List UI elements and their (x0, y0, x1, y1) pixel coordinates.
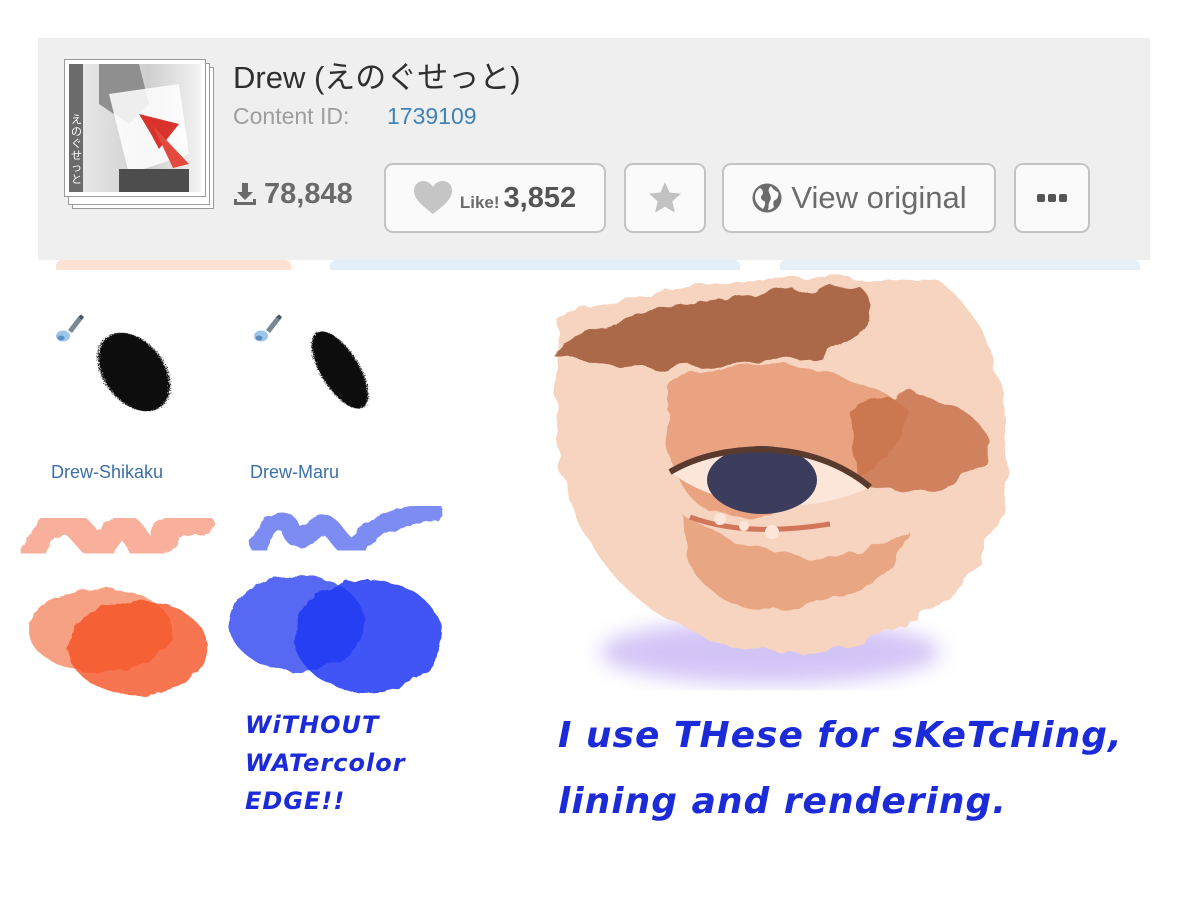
like-button[interactable]: Like! 3,852 (384, 163, 606, 233)
like-count: 3,852 (503, 181, 577, 214)
thumbnail-text: えのぐせっと (71, 114, 82, 186)
view-original-button[interactable]: View original (722, 163, 996, 233)
thumbnail-artwork: えのぐせっと (69, 64, 201, 192)
orange-blob-swatch (28, 588, 208, 695)
download-count: 78,848 (232, 177, 353, 211)
author-thumbnail[interactable]: えのぐせっと (64, 59, 214, 209)
thumbnail-illustration (99, 64, 189, 192)
more-options-button[interactable] (1014, 163, 1090, 233)
view-original-label: View original (791, 180, 967, 215)
author-name[interactable]: Drew (えのぐせっと) (233, 52, 521, 97)
blue-blob-swatch (229, 575, 442, 692)
tab-pill-orange[interactable] (56, 260, 291, 270)
brush-tip-preview-shikaku (98, 332, 170, 412)
content-id-label: Content ID: (233, 103, 350, 129)
like-label: Like! (459, 193, 500, 212)
brush-icon[interactable] (54, 314, 84, 344)
blue-stroke-swatch (250, 500, 444, 557)
eye-painting (550, 278, 1008, 684)
star-icon (649, 182, 681, 213)
heart-icon (413, 181, 452, 214)
download-count-value: 78,848 (264, 177, 353, 210)
brush-name-shikaku[interactable]: Drew-Shikaku (51, 462, 163, 483)
paint-swatches (21, 500, 444, 695)
content-id-value[interactable]: 1739109 (387, 103, 477, 130)
download-icon (234, 183, 256, 205)
brush-tip-preview-maru (311, 331, 369, 409)
usage-note: I use THese for sKeTcHing, lining and re… (558, 715, 1123, 822)
brush-icon[interactable] (252, 314, 282, 344)
orange-stroke-swatch (21, 508, 213, 564)
brush-name-maru[interactable]: Drew-Maru (250, 462, 339, 483)
ellipsis-icon (1037, 194, 1067, 202)
globe-icon (752, 183, 782, 213)
thumbnail-frame: えのぐせっと (64, 59, 206, 197)
favorite-button[interactable] (624, 163, 706, 233)
watercolor-edge-note: WiTHOUT WATercolor EDGE!! (245, 711, 406, 815)
